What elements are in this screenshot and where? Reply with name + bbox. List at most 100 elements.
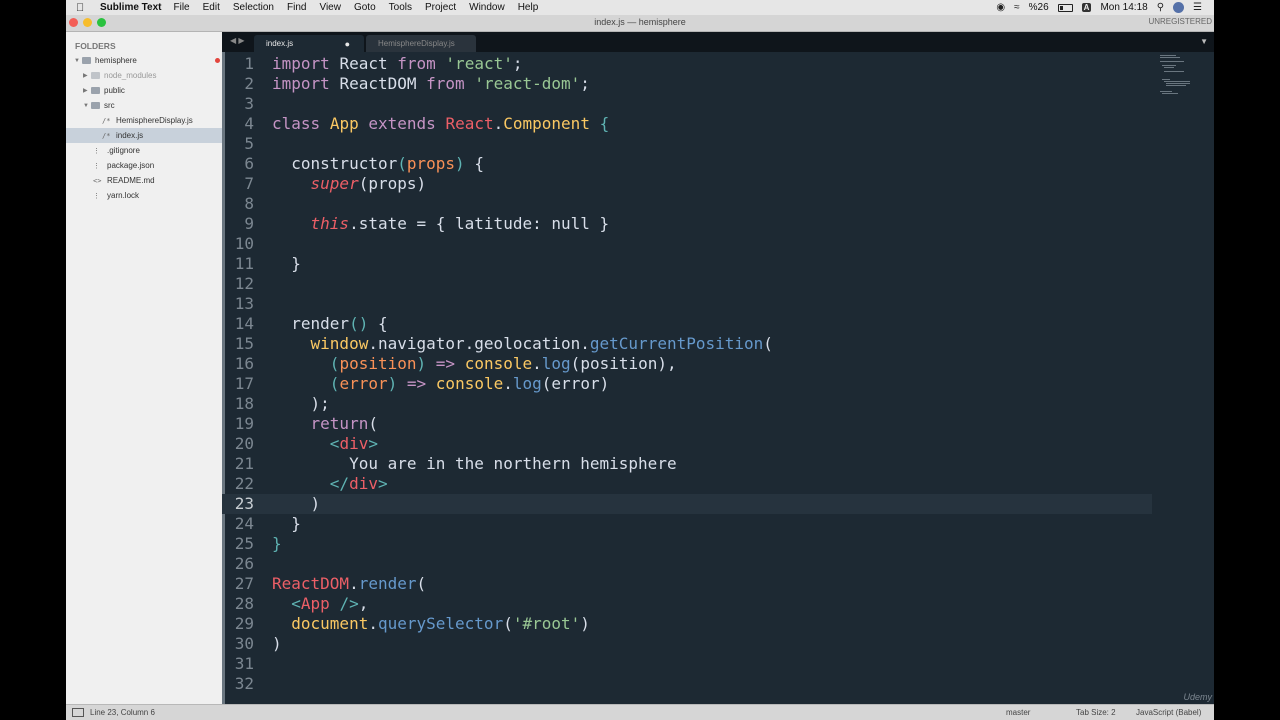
wifi-icon[interactable]: ≈ [1014, 2, 1020, 13]
code-line[interactable]: 19 return( [222, 414, 1152, 434]
code-line[interactable]: 29 document.querySelector('#root') [222, 614, 1152, 634]
code-line[interactable]: 18 ); [222, 394, 1152, 414]
menu-app-name[interactable]: Sublime Text [100, 2, 162, 13]
code-line[interactable]: 2 import ReactDOM from 'react-dom'; [222, 74, 1152, 94]
tab-nav-arrows-icon[interactable]: ◀ ▶ [230, 36, 245, 45]
menu-edit[interactable]: Edit [203, 2, 220, 13]
menu-window[interactable]: Window [469, 2, 505, 13]
token: import [272, 54, 330, 73]
tree-item-label: package.json [107, 161, 155, 170]
folder-public[interactable]: ▶ public [66, 83, 239, 98]
code-line[interactable]: 16 (position) => console.log(position), [222, 354, 1152, 374]
code-line[interactable]: 31 [222, 654, 1152, 674]
code-line[interactable]: 13 [222, 294, 1152, 314]
code-line[interactable]: 26 [222, 554, 1152, 574]
folder-icon [91, 72, 100, 79]
code-line[interactable]: 20 <div> [222, 434, 1152, 454]
token: React [445, 114, 494, 133]
folder-src[interactable]: ▼ src [66, 98, 239, 113]
code-line[interactable]: 11 } [222, 254, 1152, 274]
spotlight-search-icon[interactable]: ⚲ [1157, 2, 1164, 13]
code-line[interactable]: 6 constructor(props) { [222, 154, 1152, 174]
token: => [406, 374, 427, 393]
tab-index-js[interactable]: index.js ● [254, 35, 364, 52]
record-icon[interactable]: ◉ [996, 2, 1005, 13]
line-number: 6 [244, 154, 254, 173]
screen:  Sublime Text File Edit Selection Find … [66, 0, 1214, 720]
user-avatar-icon[interactable] [1173, 2, 1185, 13]
clock[interactable]: Mon 14:18 [1100, 2, 1147, 13]
menu-tools[interactable]: Tools [389, 2, 412, 13]
tab-hemispheredisplay[interactable]: HemisphereDisplay.js [366, 35, 476, 52]
code-line[interactable]: 25} [222, 534, 1152, 554]
line-number: 25 [234, 534, 254, 553]
code-line[interactable]: 8 [222, 194, 1152, 214]
code-line[interactable]: 5 [222, 134, 1152, 154]
code-line[interactable]: 3 [222, 94, 1152, 114]
code-line[interactable]: 24 } [222, 514, 1152, 534]
syntax-selector[interactable]: JavaScript (Babel) [1136, 708, 1201, 717]
code-text: You are in the northern hemisphere [272, 454, 677, 474]
code-line[interactable]: 27 ReactDOM.render( [222, 574, 1152, 594]
battery-percent[interactable]: %26 [1029, 2, 1049, 13]
code-line[interactable]: 12 [222, 274, 1152, 294]
tab-size[interactable]: Tab Size: 2 [1076, 708, 1116, 717]
code-text: </div> [329, 474, 388, 493]
tree-item-label: src [104, 101, 115, 110]
line-number: 32 [234, 674, 254, 693]
line-number: 7 [244, 174, 254, 193]
code-editor[interactable]: 1 import React from 'react'; 2 import Reac… [222, 52, 1214, 704]
collapsed-arrow-icon[interactable]: ▶ [83, 72, 91, 79]
code-line[interactable]: 14 render() { [222, 314, 1152, 334]
menu-find[interactable]: Find [287, 2, 306, 13]
code-text: <div> [329, 434, 378, 453]
expanded-arrow-icon[interactable]: ▼ [83, 103, 91, 109]
code-line[interactable]: 10 [222, 234, 1152, 254]
menu-help[interactable]: Help [518, 2, 539, 13]
token: props [368, 174, 417, 193]
code-line[interactable]: 21 You are in the northern hemisphere [222, 454, 1152, 474]
code-line-current[interactable]: 23 ) [222, 494, 1152, 514]
tab-dropdown-icon[interactable]: ▼ [1200, 37, 1208, 46]
code-text: import ReactDOM from 'react-dom'; [272, 74, 590, 94]
menu-selection[interactable]: Selection [233, 2, 274, 13]
tab-label: HemisphereDisplay.js [378, 39, 455, 48]
line-number: 13 [234, 294, 254, 313]
code-text: (position) => console.log(position), [329, 354, 677, 373]
input-source-icon[interactable]: A [1081, 3, 1092, 12]
token: 'react' [445, 54, 513, 73]
menu-goto[interactable]: Goto [354, 2, 376, 13]
menu-view[interactable]: View [319, 2, 341, 13]
menu-project[interactable]: Project [425, 2, 456, 13]
apple-icon[interactable]:  [76, 2, 90, 14]
code-text: } [272, 534, 282, 553]
minimap[interactable] [1160, 55, 1200, 95]
code-line[interactable]: 28 <App />, [222, 594, 1152, 614]
battery-icon[interactable] [1057, 3, 1073, 12]
token: props [406, 154, 456, 173]
code-line[interactable]: 17 (error) => console.log(error) [222, 374, 1152, 394]
menu-file[interactable]: File [174, 2, 190, 13]
tree-item-label: public [104, 86, 125, 95]
code-line[interactable]: 9 this.state = { latitude: null } [222, 214, 1152, 234]
code-text: super(props) [310, 174, 427, 193]
expanded-arrow-icon[interactable]: ▼ [74, 58, 82, 64]
folder-hemisphere[interactable]: ▼ hemisphere [66, 53, 230, 68]
collapsed-arrow-icon[interactable]: ▶ [83, 87, 91, 94]
panel-toggle-icon[interactable] [72, 708, 84, 717]
token: } [589, 214, 610, 233]
folder-node-modules[interactable]: ▶ node_modules [66, 68, 239, 83]
code-line[interactable]: 15 window.navigator.geolocation.getCurre… [222, 334, 1152, 354]
token: div [349, 474, 378, 493]
code-line[interactable]: 22 </div> [222, 474, 1152, 494]
code-line[interactable]: 7 super(props) [222, 174, 1152, 194]
code-line[interactable]: 1 import React from 'react'; [222, 54, 1152, 74]
code-line[interactable]: 4 class App extends React.Component { [222, 114, 1152, 134]
code-text: return( [310, 414, 378, 433]
unsaved-dot-icon[interactable]: ● [345, 39, 350, 49]
code-line[interactable]: 30) [222, 634, 1152, 654]
markdown-file-icon: <> [93, 176, 102, 185]
notification-center-icon[interactable]: ☰ [1193, 2, 1202, 13]
code-line[interactable]: 32 [222, 674, 1152, 694]
git-branch[interactable]: master [1006, 708, 1030, 717]
